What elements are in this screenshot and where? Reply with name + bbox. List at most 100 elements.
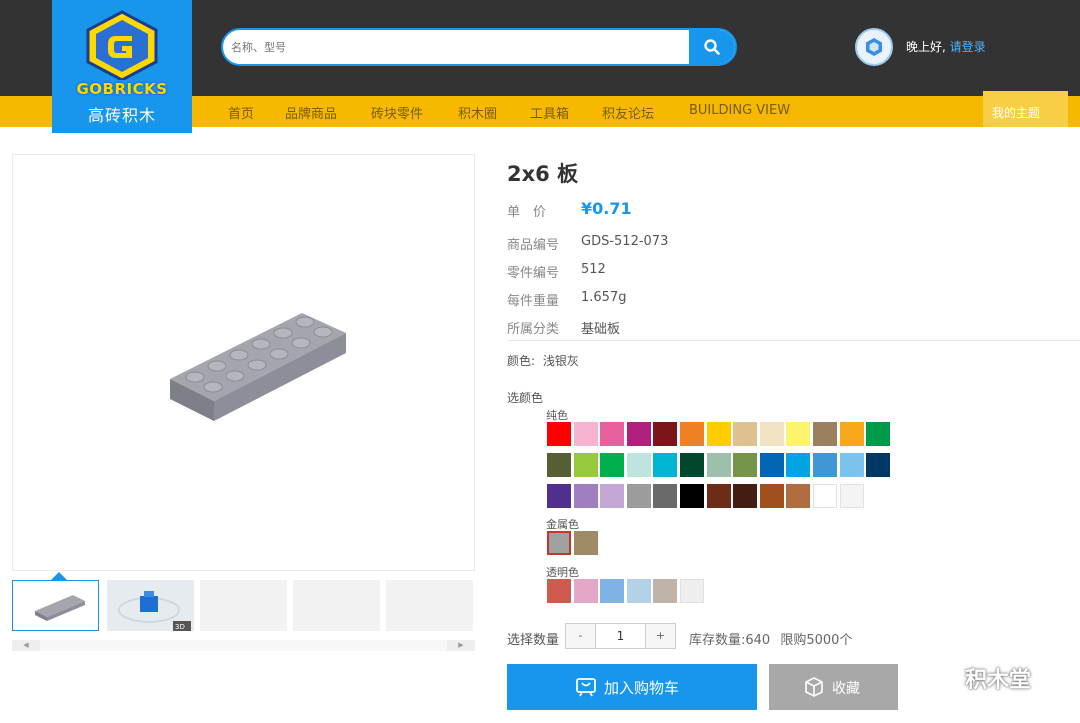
nav-item-toolbox[interactable]: 工具箱	[530, 103, 569, 122]
color-swatch[interactable]	[547, 422, 571, 446]
nav-item-building-view[interactable]: BUILDING VIEW	[689, 103, 790, 118]
nav-item-home[interactable]: 首页	[228, 103, 254, 122]
color-swatch[interactable]	[866, 422, 891, 446]
avatar[interactable]	[855, 28, 893, 66]
scroll-right-icon[interactable]: ▶	[447, 640, 475, 651]
color-swatch[interactable]	[813, 484, 837, 508]
color-swatch[interactable]	[866, 453, 891, 477]
nav-item-brand-goods[interactable]: 品牌商品	[285, 103, 337, 122]
color-swatch[interactable]	[547, 579, 571, 603]
color-swatch[interactable]	[786, 484, 811, 508]
color-swatch[interactable]	[573, 531, 598, 555]
color-swatch[interactable]	[626, 579, 651, 603]
color-swatch[interactable]	[733, 484, 758, 508]
color-swatch[interactable]	[626, 453, 651, 477]
color-swatch[interactable]	[839, 422, 864, 446]
logo-text-cn: 高砖积木	[87, 106, 156, 125]
nav-item-forum[interactable]: 积友论坛	[602, 103, 654, 122]
favorite-label: 收藏	[832, 681, 860, 697]
color-swatch[interactable]	[680, 422, 704, 446]
color-swatch[interactable]	[626, 484, 651, 508]
wechat-icon	[924, 662, 959, 687]
scroll-left-icon[interactable]: ◀	[12, 640, 40, 651]
my-theme-label: 我的主题	[992, 106, 1041, 120]
stock-text: 库存数量:640	[689, 633, 771, 648]
nav-item-brick-circle[interactable]: 积木圈	[458, 103, 497, 122]
favorite-button[interactable]: 收藏	[769, 664, 898, 710]
thumbnail-empty	[200, 580, 287, 631]
color-swatch[interactable]	[573, 422, 598, 446]
thumbnail-scrollbar[interactable]: ◀ ▶	[12, 640, 475, 651]
color-swatch[interactable]	[547, 484, 571, 508]
color-swatch[interactable]	[786, 453, 811, 477]
color-swatch[interactable]	[759, 422, 784, 446]
brand-logo[interactable]: GOBRICKS 高砖积木	[52, 0, 192, 133]
color-swatch[interactable]	[706, 484, 731, 508]
color-swatch[interactable]	[573, 579, 598, 603]
color-swatch[interactable]	[600, 422, 625, 446]
plate-2x6-image	[170, 313, 346, 421]
field-label: 每件重量	[507, 294, 560, 309]
quantity-increment-button[interactable]: +	[645, 624, 675, 648]
add-to-cart-label: 加入购物车	[604, 679, 680, 697]
color-swatch[interactable]	[680, 579, 704, 603]
color-swatch[interactable]	[759, 484, 784, 508]
color-swatch[interactable]	[706, 453, 731, 477]
color-swatch[interactable]	[600, 453, 625, 477]
color-swatch[interactable]	[813, 453, 837, 477]
search-button[interactable]	[689, 30, 735, 64]
color-swatch[interactable]	[839, 484, 864, 508]
color-swatch[interactable]	[680, 484, 704, 508]
color-swatch[interactable]	[653, 453, 678, 477]
box-icon	[805, 677, 823, 697]
thumbnail-plate[interactable]	[12, 580, 99, 631]
logo-hexagon-icon	[86, 10, 158, 80]
color-group-metal-label: 金属色	[546, 518, 579, 531]
color-swatch[interactable]	[839, 453, 864, 477]
field-value: GDS-512-073	[581, 234, 669, 249]
color-value: 浅银灰	[542, 354, 579, 368]
quantity-decrement-button[interactable]: -	[566, 624, 596, 648]
limit-text: 限购5000个	[780, 633, 853, 648]
3d-badge-label: 3D	[175, 623, 185, 631]
my-theme-button[interactable]: 我的主题	[983, 91, 1068, 127]
color-swatch[interactable]	[626, 422, 651, 446]
color-swatch[interactable]	[733, 453, 758, 477]
color-swatch[interactable]	[706, 422, 731, 446]
quantity-label: 选择数量	[507, 633, 560, 648]
field-label: 商品编号	[507, 238, 560, 253]
color-swatch[interactable]	[573, 484, 598, 508]
add-to-cart-button[interactable]: 加入购物车	[507, 664, 757, 710]
color-swatch[interactable]	[759, 453, 784, 477]
product-price: ¥0.71	[581, 199, 632, 218]
thumbnail-3d[interactable]: 3D	[107, 580, 194, 631]
quantity-input[interactable]	[596, 624, 645, 648]
search-input[interactable]	[231, 38, 681, 56]
user-hexagon-icon	[866, 38, 882, 56]
color-swatch[interactable]	[547, 531, 571, 555]
thumbnail-empty	[386, 580, 473, 631]
color-swatch[interactable]	[600, 484, 625, 508]
color-swatch[interactable]	[573, 453, 598, 477]
logo-text-en: GOBRICKS	[76, 80, 168, 98]
field-label: 零件编号	[507, 266, 560, 281]
color-swatch[interactable]	[653, 579, 678, 603]
cart-icon	[576, 678, 596, 697]
greeting-text: 晚上好,	[906, 40, 946, 54]
color-swatch[interactable]	[786, 422, 811, 446]
color-swatch[interactable]	[600, 579, 625, 603]
divider	[507, 340, 1080, 341]
color-label: 颜色:	[507, 354, 536, 368]
color-swatch[interactable]	[653, 484, 678, 508]
color-swatch[interactable]	[547, 453, 571, 477]
color-swatch[interactable]	[653, 422, 678, 446]
color-swatch[interactable]	[680, 453, 704, 477]
color-group-trans-label: 透明色	[546, 566, 579, 579]
product-title: 2x6 板	[507, 162, 579, 186]
product-main-image	[12, 154, 475, 571]
color-swatch[interactable]	[813, 422, 837, 446]
nav-item-brick-parts[interactable]: 砖块零件	[371, 103, 423, 122]
login-link[interactable]: 请登录	[950, 40, 986, 54]
cube-3d-icon: 3D	[118, 591, 191, 631]
color-swatch[interactable]	[733, 422, 758, 446]
